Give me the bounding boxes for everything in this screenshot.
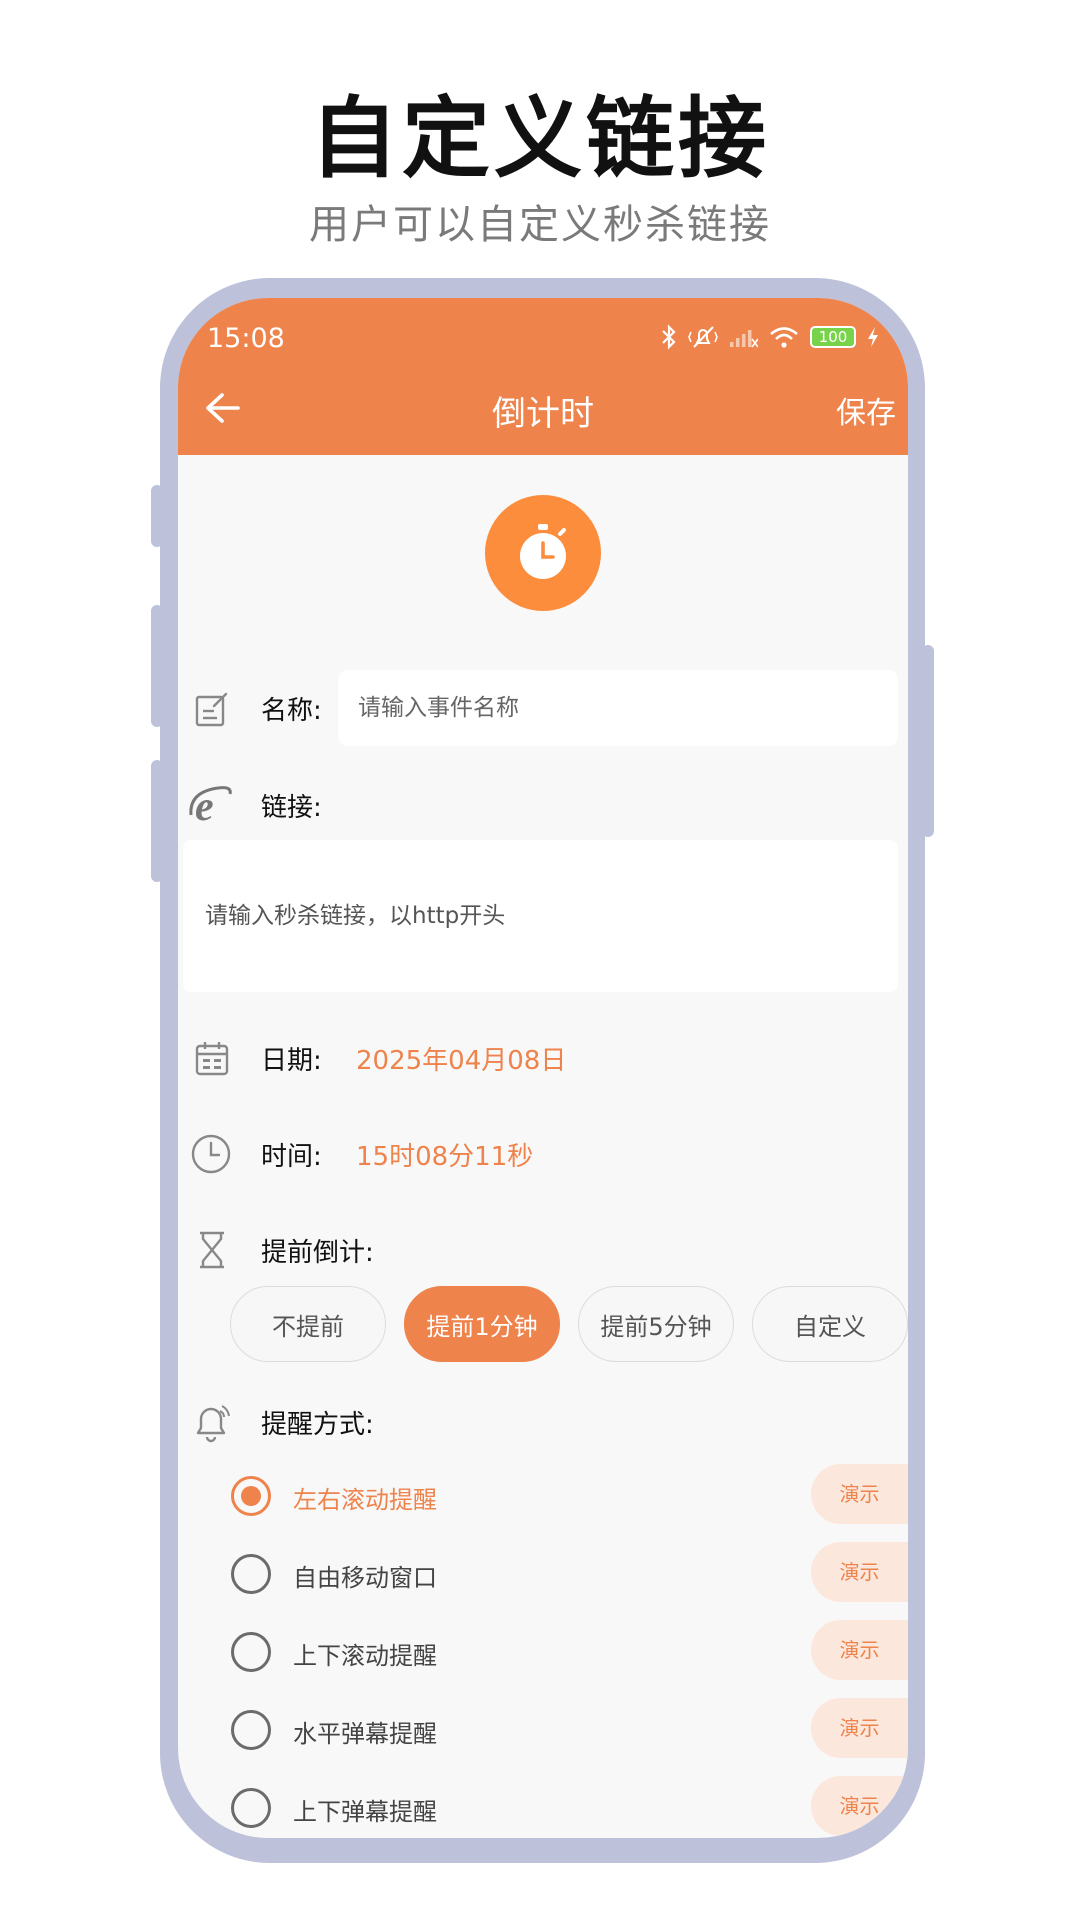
stopwatch-badge <box>485 495 601 611</box>
promo-subhead: 用户可以自定义秒杀链接 <box>309 202 771 248</box>
phone-side-button-left-3 <box>151 760 163 882</box>
advance-option-5min[interactable]: 提前5分钟 <box>578 1286 734 1362</box>
link-input[interactable]: 请输入秒杀链接，以http开头 <box>183 840 898 992</box>
radio-button[interactable] <box>231 1788 271 1828</box>
reminder-label: 提醒方式: <box>261 1410 374 1440</box>
reminder-option-label: 水平弹幕提醒 <box>293 1720 437 1748</box>
stopwatch-icon <box>520 524 566 579</box>
bluetooth-icon <box>662 324 676 350</box>
calendar-icon <box>190 1036 234 1080</box>
edit-note-icon <box>190 687 234 731</box>
demo-button[interactable]: 演示 <box>811 1620 908 1680</box>
reminder-option-label: 左右滚动提醒 <box>293 1486 437 1514</box>
radio-button[interactable] <box>231 1710 271 1750</box>
time-value[interactable]: 15时08分11秒 <box>356 1136 533 1173</box>
app-bar: 15:08 100 倒计时 保存 <box>178 298 908 455</box>
reminder-option-row[interactable]: 上下滚动提醒 演示 <box>178 1620 908 1684</box>
advance-option-custom[interactable]: 自定义 <box>752 1286 908 1362</box>
demo-button[interactable]: 演示 <box>811 1542 908 1602</box>
demo-button[interactable]: 演示 <box>811 1698 908 1758</box>
demo-button[interactable]: 演示 <box>811 1464 908 1524</box>
reminder-option-label: 上下滚动提醒 <box>293 1642 437 1670</box>
status-time: 15:08 <box>207 323 285 354</box>
battery-indicator: 100 <box>810 326 856 348</box>
date-value[interactable]: 2025年04月08日 <box>356 1040 566 1077</box>
demo-button[interactable]: 演示 <box>811 1776 908 1836</box>
radio-button[interactable] <box>231 1632 271 1672</box>
phone-side-button-right <box>922 645 934 837</box>
browser-e-icon: e <box>187 781 235 829</box>
advance-option-none[interactable]: 不提前 <box>230 1286 386 1362</box>
wifi-icon <box>770 327 798 348</box>
radio-button-checked[interactable] <box>231 1476 271 1516</box>
reminder-option-row[interactable]: 左右滚动提醒 演示 <box>178 1464 908 1528</box>
mute-vibrate-icon <box>688 326 718 348</box>
reminder-option-row[interactable]: 自由移动窗口 演示 <box>178 1542 908 1606</box>
bell-icon <box>188 1400 234 1446</box>
name-input[interactable]: 请输入事件名称 <box>338 670 898 746</box>
clock-icon <box>189 1132 233 1176</box>
phone-side-button-left-2 <box>151 605 163 727</box>
reminder-option-row[interactable]: 水平弹幕提醒 演示 <box>178 1698 908 1762</box>
reminder-option-row[interactable]: 上下弹幕提醒 演示 <box>178 1776 908 1838</box>
phone-screen: 15:08 100 倒计时 保存 名称: 请输入事件名称 e 链接: 请输入秒杀… <box>178 298 908 1838</box>
signal-icon <box>730 330 758 348</box>
advance-label: 提前倒计: <box>261 1238 374 1268</box>
status-icons: 100 <box>660 322 880 352</box>
time-label: 时间: <box>261 1142 322 1172</box>
promo-headline: 自定义链接 <box>309 87 770 190</box>
page-title: 倒计时 <box>492 394 594 434</box>
name-label: 名称: <box>261 696 322 726</box>
phone-side-button-left-1 <box>151 485 163 547</box>
charging-icon <box>868 327 878 347</box>
advance-option-1min[interactable]: 提前1分钟 <box>404 1286 560 1362</box>
reminder-option-label: 自由移动窗口 <box>293 1564 437 1592</box>
radio-button[interactable] <box>231 1554 271 1594</box>
reminder-option-label: 上下弹幕提醒 <box>293 1798 437 1826</box>
link-label: 链接: <box>261 793 322 823</box>
hourglass-icon <box>190 1228 234 1272</box>
save-button[interactable]: 保存 <box>836 388 896 432</box>
date-label: 日期: <box>261 1046 322 1076</box>
